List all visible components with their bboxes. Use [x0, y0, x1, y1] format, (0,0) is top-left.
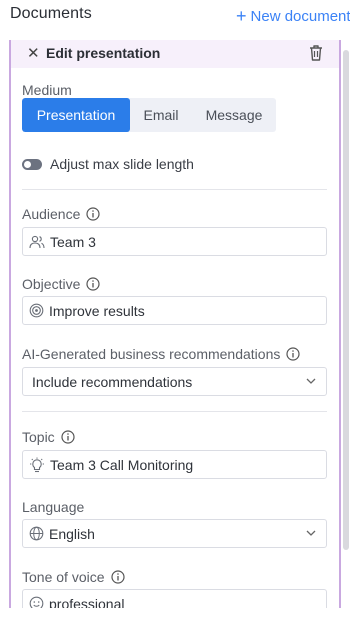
- objective-field[interactable]: Improve results: [22, 296, 327, 325]
- info-icon[interactable]: [86, 207, 100, 221]
- info-icon[interactable]: [110, 570, 125, 584]
- globe-icon: [29, 526, 44, 541]
- divider: [22, 411, 327, 412]
- tone-field[interactable]: professional: [22, 589, 327, 608]
- chevron-down-icon: [306, 378, 316, 384]
- new-document-button[interactable]: + New document: [236, 5, 350, 26]
- medium-option-email[interactable]: Email: [130, 98, 192, 132]
- medium-label: Medium: [22, 82, 72, 98]
- edit-panel: ✕ Edit presentation Medium Presentation …: [9, 40, 341, 608]
- trash-icon[interactable]: [309, 45, 323, 61]
- audience-value: Team 3: [50, 233, 96, 250]
- recommendations-label: AI-Generated business recommendations: [22, 346, 300, 362]
- objective-label-text: Objective: [22, 276, 81, 292]
- language-label-text: Language: [22, 499, 85, 515]
- medium-label-text: Medium: [22, 82, 72, 98]
- topic-field[interactable]: Team 3 Call Monitoring: [22, 450, 327, 479]
- target-icon: [29, 303, 44, 318]
- tone-value: professional: [49, 595, 125, 609]
- top-bar: Documents + New document: [0, 0, 350, 30]
- audience-label: Audience: [22, 206, 100, 222]
- close-icon[interactable]: ✕: [27, 44, 40, 62]
- audience-field[interactable]: Team 3: [22, 227, 327, 256]
- info-icon[interactable]: [286, 347, 300, 361]
- medium-option-presentation[interactable]: Presentation: [22, 98, 130, 132]
- recommendations-select[interactable]: Include recommendations: [22, 367, 327, 396]
- audience-label-text: Audience: [22, 206, 81, 222]
- info-icon[interactable]: [61, 430, 75, 444]
- medium-option-message[interactable]: Message: [192, 98, 276, 132]
- info-icon[interactable]: [86, 277, 100, 291]
- topic-value: Team 3 Call Monitoring: [50, 456, 194, 473]
- smiley-icon: [29, 596, 44, 608]
- language-label: Language: [22, 499, 84, 515]
- slide-length-toggle[interactable]: [22, 158, 42, 170]
- tone-label-text: Tone of voice: [22, 569, 105, 585]
- new-document-label: New document: [250, 8, 350, 25]
- language-value: English: [49, 525, 95, 542]
- recommendations-value: Include recommendations: [32, 373, 193, 390]
- page-title: Documents: [10, 5, 92, 22]
- tone-label: Tone of voice: [22, 569, 125, 585]
- recommendations-label-text: AI-Generated business recommendations: [22, 346, 281, 362]
- topic-label-text: Topic: [22, 429, 55, 445]
- slide-length-toggle-label: Adjust max slide length: [50, 156, 194, 172]
- topic-label: Topic: [22, 429, 75, 445]
- panel-title: Edit presentation: [46, 45, 161, 61]
- objective-label: Objective: [22, 276, 100, 292]
- divider: [22, 189, 327, 190]
- lightbulb-icon: [30, 457, 44, 472]
- slide-length-toggle-row: Adjust max slide length: [22, 156, 194, 172]
- panel-header: ✕ Edit presentation: [11, 40, 339, 68]
- language-select[interactable]: English: [22, 519, 327, 548]
- objective-value: Improve results: [49, 302, 145, 319]
- users-icon: [29, 235, 45, 248]
- scrollbar[interactable]: [343, 50, 349, 550]
- plus-icon: +: [236, 6, 247, 26]
- chevron-down-icon: [306, 530, 316, 536]
- medium-selector: Presentation Email Message: [22, 98, 276, 132]
